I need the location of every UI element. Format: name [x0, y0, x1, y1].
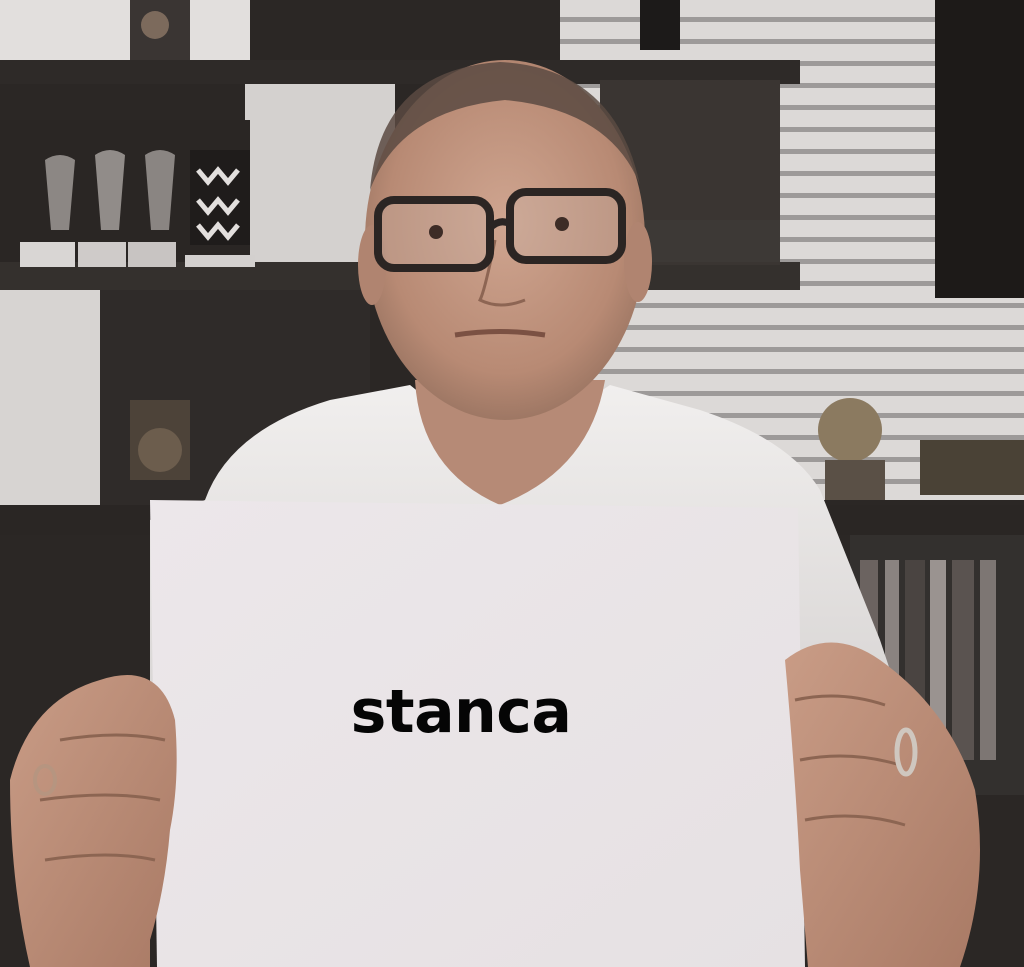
photo-scene: [0, 0, 1024, 967]
sign-text: stanca: [350, 677, 572, 747]
